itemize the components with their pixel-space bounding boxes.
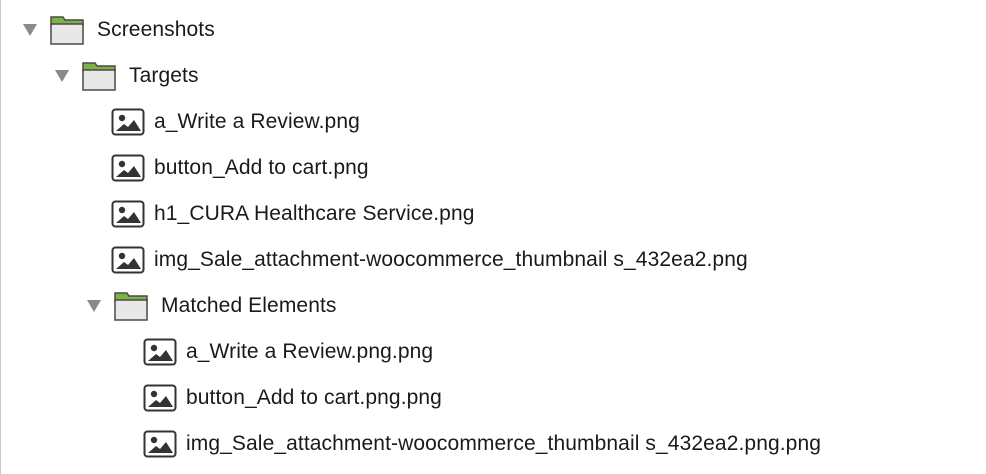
disclosure-triangle-expanded-icon[interactable] — [85, 297, 103, 315]
image-file-icon — [143, 338, 177, 366]
file-label: img_Sale_attachment-woocommerce_thumbnai… — [154, 248, 748, 271]
image-file-icon — [111, 108, 145, 136]
folder-icon — [81, 60, 117, 92]
tree-node-label: Matched Elements — [161, 294, 337, 317]
tree-node-label: Screenshots — [97, 18, 215, 41]
image-file-icon — [143, 430, 177, 458]
tree-file-item[interactable]: a_Write a Review.png.png — [1, 332, 433, 372]
tree-file-item[interactable]: img_Sale_attachment-woocommerce_thumbnai… — [1, 240, 748, 280]
file-label: img_Sale_attachment-woocommerce_thumbnai… — [186, 432, 822, 455]
tree-node-screenshots[interactable]: Screenshots — [1, 10, 215, 50]
file-label: a_Write a Review.png.png — [186, 340, 434, 363]
file-label: button_Add to cart.png — [154, 156, 369, 179]
folder-icon — [113, 290, 149, 322]
image-file-icon — [111, 154, 145, 182]
disclosure-triangle-expanded-icon[interactable] — [21, 21, 39, 39]
tree-file-item[interactable]: button_Add to cart.png — [1, 148, 369, 188]
image-file-icon — [143, 384, 177, 412]
tree-node-label: Targets — [129, 64, 199, 87]
folder-icon — [49, 14, 85, 46]
tree-file-item[interactable]: button_Add to cart.png.png — [1, 378, 442, 418]
image-file-icon — [111, 200, 145, 228]
tree-file-item[interactable]: h1_CURA Healthcare Service.png — [1, 194, 475, 234]
file-tree: Screenshots Targets a_Write a Review.png — [0, 0, 986, 474]
tree-node-matched-elements[interactable]: Matched Elements — [1, 286, 337, 326]
disclosure-triangle-expanded-icon[interactable] — [53, 67, 71, 85]
file-label: a_Write a Review.png — [154, 110, 360, 133]
image-file-icon — [111, 246, 145, 274]
tree-file-item[interactable]: img_Sale_attachment-woocommerce_thumbnai… — [1, 424, 821, 464]
tree-node-targets[interactable]: Targets — [1, 56, 199, 96]
tree-file-item[interactable]: a_Write a Review.png — [1, 102, 360, 142]
file-label: button_Add to cart.png.png — [186, 386, 442, 409]
file-label: h1_CURA Healthcare Service.png — [154, 202, 475, 225]
